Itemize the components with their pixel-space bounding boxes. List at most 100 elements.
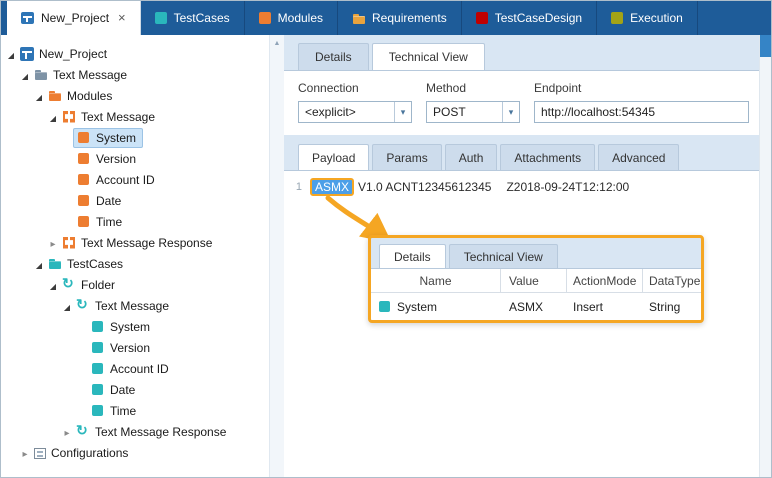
- tree-item-configurations[interactable]: Configurations: [1, 442, 269, 463]
- column-header-value[interactable]: Value: [501, 269, 567, 292]
- tree-item-testcase-version[interactable]: Version: [1, 337, 269, 358]
- tree-item-module-text-message[interactable]: Text Message: [1, 106, 269, 127]
- document-tabbar: New_Project × TestCases Modules Requirem…: [1, 1, 771, 35]
- testcase-icon: [76, 425, 90, 439]
- attribute-icon: [92, 363, 103, 374]
- column-header-actionmode[interactable]: ActionMode: [567, 269, 643, 292]
- testcase-icon: [62, 278, 76, 292]
- cell-datatype: String: [643, 293, 701, 320]
- scrollbar-thumb[interactable]: [760, 35, 771, 57]
- connection-select[interactable]: <explicit>: [298, 101, 412, 123]
- tab-attachments[interactable]: Attachments: [500, 144, 595, 170]
- method-select[interactable]: POST: [426, 101, 520, 123]
- tree-item-module-version[interactable]: Version: [1, 148, 269, 169]
- connection-form: Connection <explicit> Method POST Endpoi…: [284, 70, 759, 135]
- expand-arrow-icon[interactable]: [47, 236, 59, 250]
- cell-actionmode: Insert: [567, 293, 643, 320]
- tab-new-project[interactable]: New_Project ×: [7, 1, 141, 35]
- module-icon: [62, 110, 76, 124]
- view-tabs: Details Technical View: [284, 35, 759, 70]
- popup-tab-details[interactable]: Details: [379, 244, 446, 268]
- folder-icon: [34, 68, 48, 82]
- cell-value: ASMX: [501, 293, 567, 320]
- line-number: 1: [284, 181, 302, 193]
- scroll-up-icon[interactable]: [270, 35, 284, 51]
- collapse-arrow-icon[interactable]: [5, 47, 17, 61]
- expand-arrow-icon[interactable]: [19, 446, 31, 460]
- attribute-icon: [92, 405, 103, 416]
- project-tree: New_Project Text Message Modules Text Me…: [1, 35, 269, 477]
- tab-technical-view[interactable]: Technical View: [372, 43, 485, 70]
- tree-item-new-project[interactable]: New_Project: [1, 43, 269, 64]
- execution-icon: [611, 12, 623, 24]
- collapse-arrow-icon[interactable]: [61, 299, 73, 313]
- tree-scrollbar[interactable]: [269, 35, 284, 477]
- tab-testcasedesign[interactable]: TestCaseDesign: [462, 1, 597, 35]
- tab-label: Modules: [278, 11, 323, 25]
- tree-item-testcases[interactable]: TestCases: [1, 253, 269, 274]
- expand-arrow-icon[interactable]: [61, 425, 73, 439]
- popup-tabs: Details Technical View: [371, 238, 701, 268]
- popup-tab-technical-view[interactable]: Technical View: [449, 244, 558, 268]
- tab-modules[interactable]: Modules: [245, 1, 338, 35]
- tree-item-module-text-message-response[interactable]: Text Message Response: [1, 232, 269, 253]
- main-scrollbar[interactable]: [759, 35, 771, 477]
- tab-requirements[interactable]: Requirements: [338, 1, 462, 35]
- tab-label: TestCases: [174, 11, 230, 25]
- collapse-arrow-icon[interactable]: [47, 278, 59, 292]
- column-header-datatype[interactable]: DataType: [643, 269, 701, 292]
- tree-item-module-time[interactable]: Time: [1, 211, 269, 232]
- collapse-arrow-icon[interactable]: [33, 257, 45, 271]
- column-header-name[interactable]: Name: [371, 269, 501, 292]
- collapse-arrow-icon[interactable]: [47, 110, 59, 124]
- dropdown-arrow-icon[interactable]: [394, 102, 411, 122]
- tree-item-testcase-date[interactable]: Date: [1, 379, 269, 400]
- endpoint-input[interactable]: http://localhost:54345: [534, 101, 749, 123]
- attributes-table: Name Value ActionMode DataType System AS…: [371, 268, 701, 320]
- tree-item-module-date[interactable]: Date: [1, 190, 269, 211]
- attribute-icon: [78, 174, 89, 185]
- tab-advanced[interactable]: Advanced: [598, 144, 679, 170]
- main-panel: Details Technical View Connection <expli…: [284, 35, 759, 477]
- testcasedesign-icon: [476, 12, 488, 24]
- tab-payload[interactable]: Payload: [298, 144, 369, 170]
- payload-tabs: Payload Params Auth Attachments Advanced: [284, 135, 759, 170]
- tree-item-testcase-account-id[interactable]: Account ID: [1, 358, 269, 379]
- tree-item-modules[interactable]: Modules: [1, 85, 269, 106]
- project-icon: [21, 12, 34, 24]
- connection-field: Connection <explicit>: [298, 81, 412, 123]
- tree-item-text-message-component[interactable]: Text Message: [1, 64, 269, 85]
- project-icon: [20, 47, 34, 61]
- tree-item-module-system[interactable]: System: [1, 127, 269, 148]
- method-field: Method POST: [426, 81, 520, 123]
- collapse-arrow-icon[interactable]: [19, 68, 31, 82]
- tab-params[interactable]: Params: [372, 144, 441, 170]
- tab-details[interactable]: Details: [298, 43, 369, 70]
- testcases-icon: [155, 12, 167, 24]
- attribute-icon: [78, 132, 89, 143]
- attribute-icon: [78, 153, 89, 164]
- table-row[interactable]: System ASMX Insert String: [371, 293, 701, 320]
- attribute-icon: [78, 216, 89, 227]
- tree-item-testcase-system[interactable]: System: [1, 316, 269, 337]
- tab-auth[interactable]: Auth: [445, 144, 498, 170]
- close-icon[interactable]: ×: [118, 12, 126, 24]
- tree-item-testcase-folder[interactable]: Folder: [1, 274, 269, 295]
- tab-execution[interactable]: Execution: [597, 1, 698, 35]
- tree-item-module-account-id[interactable]: Account ID: [1, 169, 269, 190]
- config-icon: [34, 448, 46, 459]
- tree-item-testcase-text-message[interactable]: Text Message: [1, 295, 269, 316]
- tab-label: New_Project: [41, 11, 109, 25]
- tree-item-testcase-time[interactable]: Time: [1, 400, 269, 421]
- collapse-arrow-icon[interactable]: [33, 89, 45, 103]
- payload-editor[interactable]: 1 ASMX V1.0 ACNT12345612345 Z2018-09-24T…: [284, 170, 759, 477]
- dropdown-arrow-icon[interactable]: [502, 102, 519, 122]
- tab-label: TestCaseDesign: [495, 11, 582, 25]
- tab-testcases[interactable]: TestCases: [141, 1, 245, 35]
- details-popup: Details Technical View Name Value Action…: [368, 235, 704, 323]
- endpoint-field: Endpoint http://localhost:54345: [534, 81, 749, 123]
- connection-label: Connection: [298, 81, 412, 95]
- folder-icon: [48, 89, 62, 103]
- tree-item-testcase-text-message-response[interactable]: Text Message Response: [1, 421, 269, 442]
- method-label: Method: [426, 81, 520, 95]
